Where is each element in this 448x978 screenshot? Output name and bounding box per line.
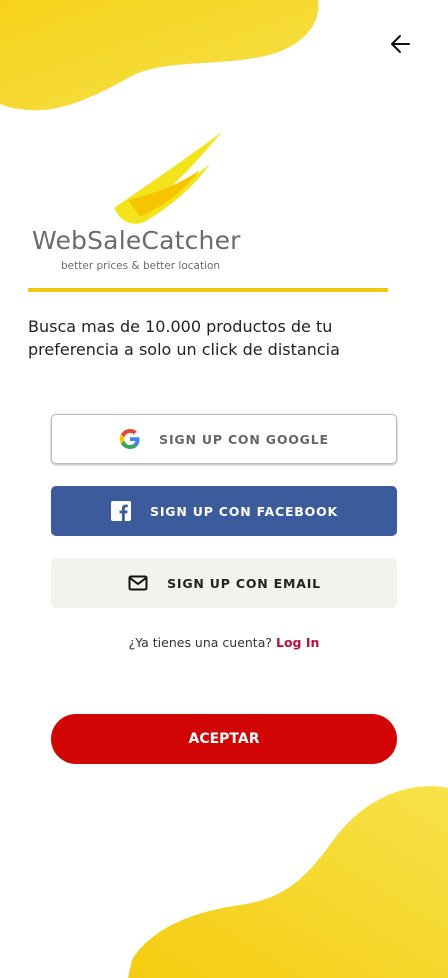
accept-button[interactable]: ACEPTAR bbox=[51, 714, 397, 764]
facebook-icon bbox=[110, 500, 132, 522]
description: Busca mas de 10.000 productos de tu pref… bbox=[28, 317, 340, 359]
email-signup-label: SIGN UP CON EMAIL bbox=[167, 575, 321, 591]
login-row: ¿Ya tienes una cuenta? Log In bbox=[0, 635, 448, 650]
email-signup-button[interactable]: SIGN UP CON EMAIL bbox=[51, 558, 397, 608]
facebook-signup-label: SIGN UP CON FACEBOOK bbox=[150, 503, 338, 519]
login-link[interactable]: Log In bbox=[276, 635, 319, 650]
back-button[interactable] bbox=[388, 31, 414, 57]
divider bbox=[28, 288, 388, 292]
logo-tagline: better prices & better location bbox=[61, 260, 221, 272]
login-prompt: ¿Ya tienes una cuenta? bbox=[128, 635, 273, 650]
facebook-signup-button[interactable]: SIGN UP CON FACEBOOK bbox=[51, 486, 397, 536]
arrow-left-icon bbox=[391, 35, 410, 53]
google-icon bbox=[119, 428, 141, 450]
bottom-right-blob bbox=[128, 786, 448, 978]
accept-label: ACEPTAR bbox=[188, 731, 260, 747]
top-left-blob bbox=[0, 0, 319, 111]
app-logo: WebSaleCatcher better prices & better lo… bbox=[28, 130, 268, 280]
google-signup-label: SIGN UP CON GOOGLE bbox=[159, 431, 329, 447]
bird-wing-icon bbox=[114, 132, 222, 224]
mail-icon bbox=[127, 572, 149, 594]
logo-name: WebSaleCatcher bbox=[32, 226, 241, 255]
google-signup-button[interactable]: SIGN UP CON GOOGLE bbox=[51, 414, 397, 464]
